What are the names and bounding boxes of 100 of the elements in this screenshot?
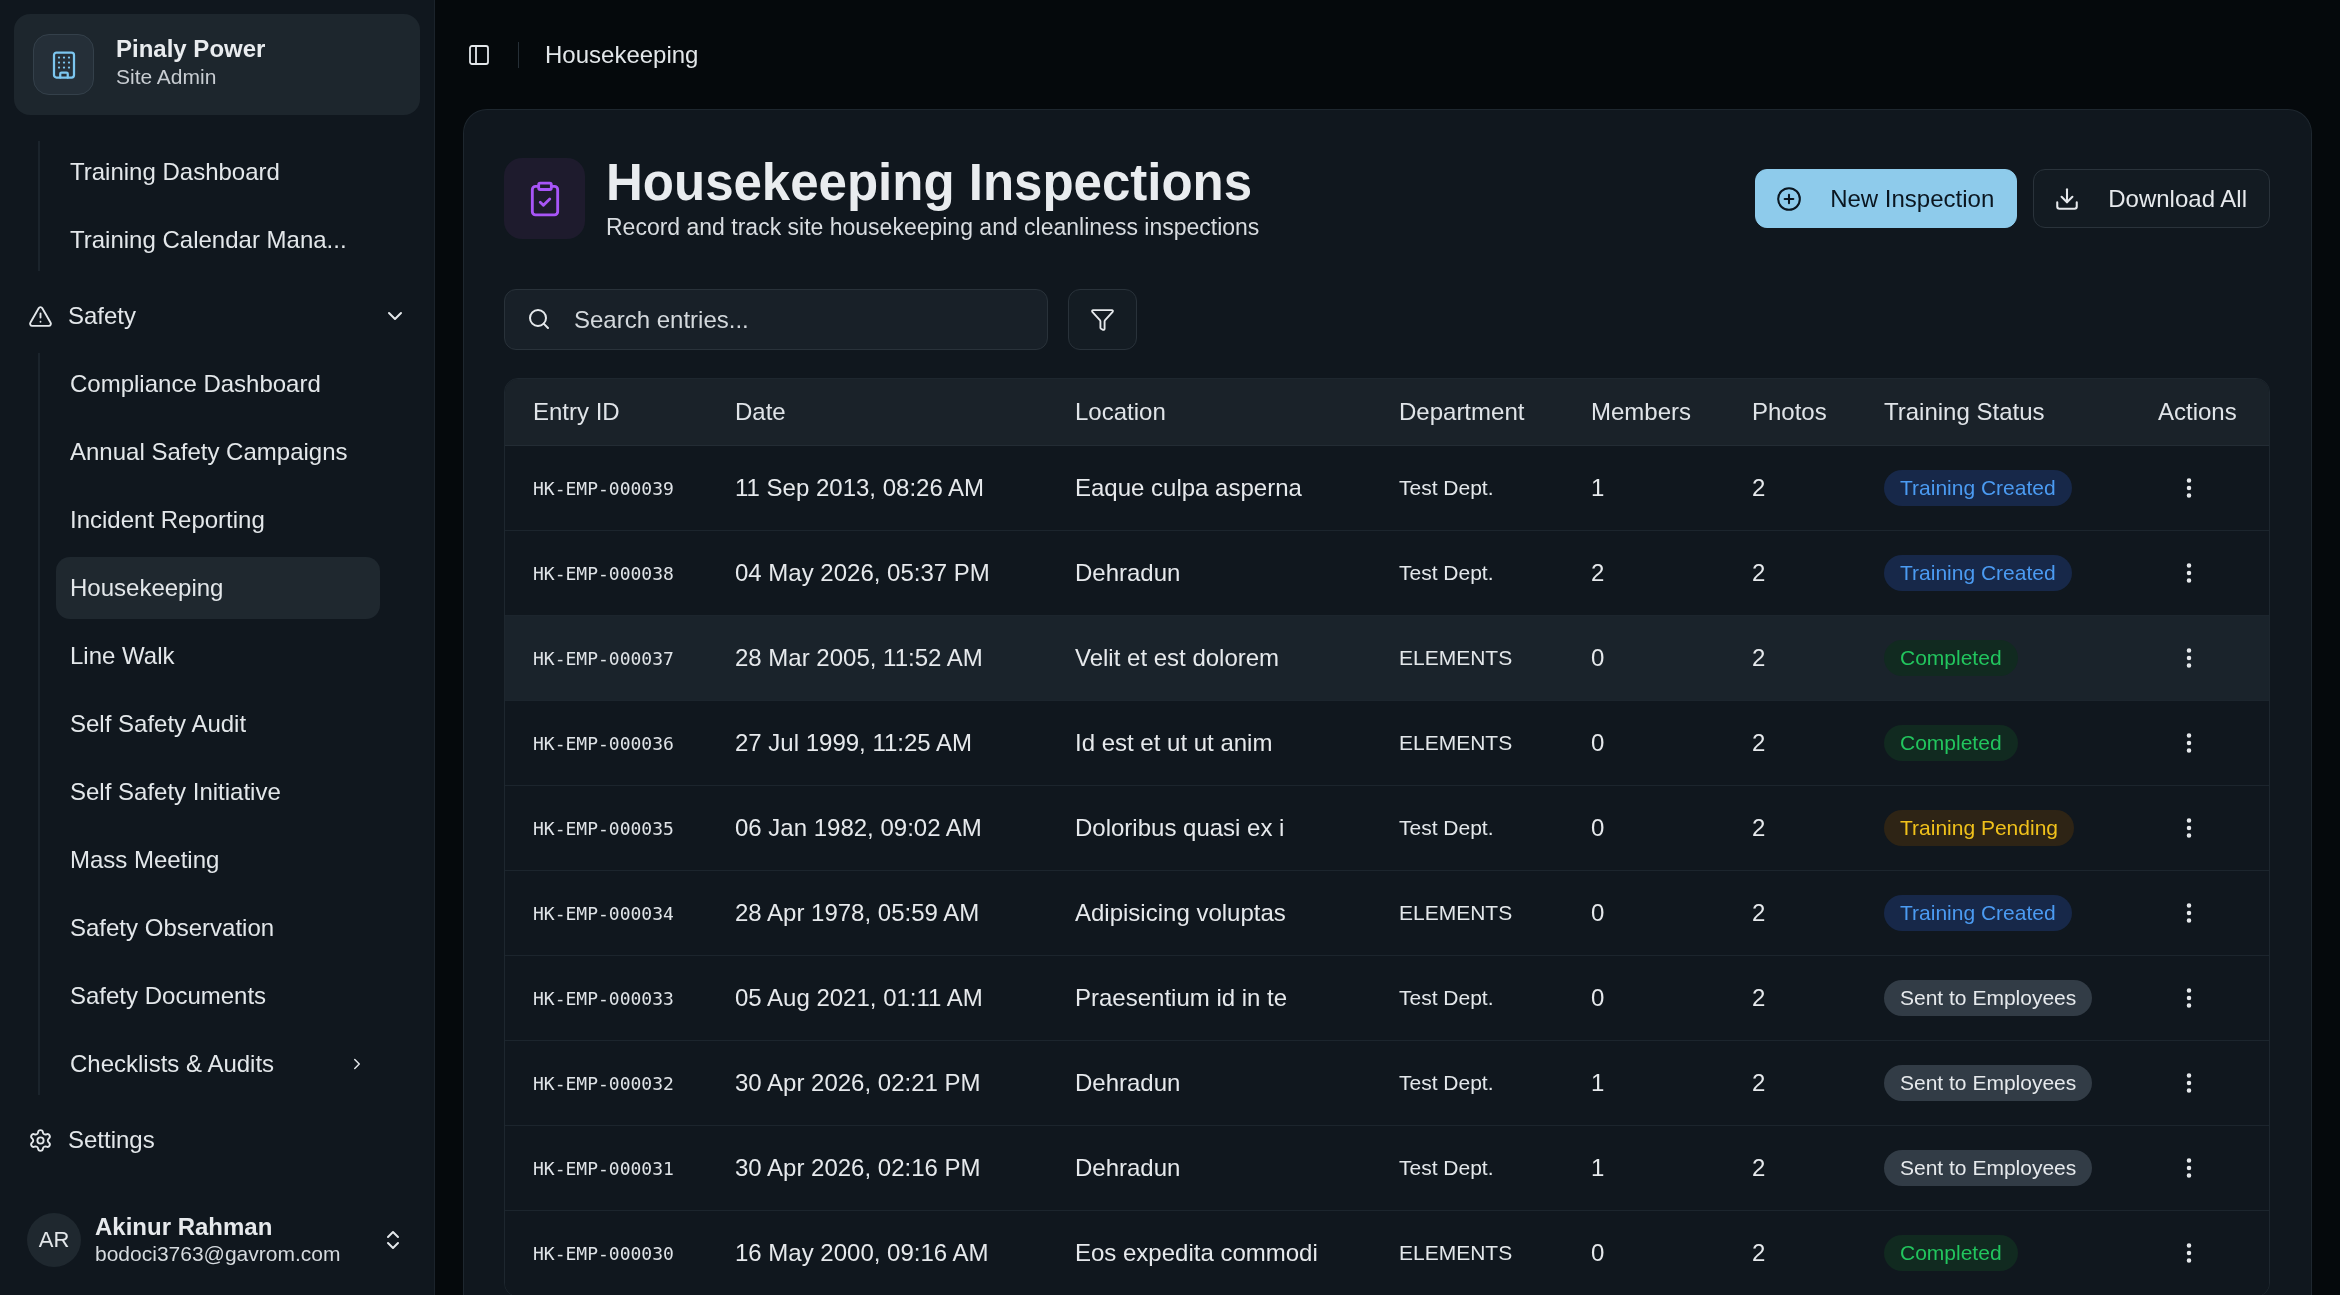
page-subtitle: Record and track site housekeeping and cleanliness inspections xyxy=(606,213,1260,241)
table-cell-text: ELEMENTS xyxy=(1398,1240,1514,1266)
nav-item[interactable]: Checklists & Audits xyxy=(56,1033,380,1095)
table-cell-text: Dehradun xyxy=(1074,558,1182,588)
table-cell-text: 0 xyxy=(1590,728,1606,758)
table-cell-text: 28 Mar 2005, 11:52 AM xyxy=(734,643,984,673)
table-cell-text: 11 Sep 2013, 08:26 AM xyxy=(734,473,986,503)
table-cell-text: HK-EMP-000033 xyxy=(532,986,675,1011)
nav-item[interactable]: Line Walk xyxy=(56,625,380,687)
table-cell-text: 28 Apr 1978, 05:59 AM xyxy=(734,898,981,928)
table-cell-text: Dehradun xyxy=(1074,1068,1182,1098)
table-cell-text: Test Dept. xyxy=(1398,985,1495,1011)
table-cell-text: 2 xyxy=(1751,643,1767,673)
org-switcher[interactable]: Pinaly Power Site Admin xyxy=(14,14,420,115)
sidebar-panel-icon[interactable] xyxy=(467,42,491,67)
table-cell-text: 0 xyxy=(1590,1238,1606,1268)
table-cell-text: Eos expedita commodi xyxy=(1074,1238,1319,1268)
table-cell-text: 30 Apr 2026, 02:16 PM xyxy=(734,1153,982,1183)
table-cell-text: 0 xyxy=(1590,983,1606,1013)
nav-item[interactable]: Training Dashboard xyxy=(56,141,380,203)
status-badge: Training Created xyxy=(1884,895,2072,931)
table-cell-text: Eaque culpa asperna xyxy=(1074,473,1303,503)
table-cell-text: HK-EMP-000039 xyxy=(532,476,675,501)
table-cell-text: 2 xyxy=(1751,898,1767,928)
clipboard-check-icon xyxy=(504,158,585,239)
user-email: bodoci3763@gavrom.com xyxy=(95,1241,342,1267)
column-header: Department xyxy=(1398,397,1526,427)
table-cell-text: 2 xyxy=(1751,983,1767,1013)
nav-item[interactable]: Safety Documents xyxy=(56,965,380,1027)
nav-item[interactable]: Annual Safety Campaigns xyxy=(56,421,380,483)
search-icon xyxy=(527,307,551,331)
breadcrumb-item: Housekeeping xyxy=(545,40,699,69)
column-header: Date xyxy=(734,397,787,427)
nav-item[interactable]: Housekeeping xyxy=(56,557,380,619)
org-name: Pinaly Power xyxy=(116,33,266,63)
column-header: Entry ID xyxy=(532,397,621,427)
table-cell-text: 1 xyxy=(1590,1068,1606,1098)
user-name: Akinur Rahman xyxy=(95,1213,274,1241)
column-header: Location xyxy=(1074,397,1167,427)
download-button[interactable]: Download All xyxy=(2033,169,2270,228)
table-cell-text: 1 xyxy=(1590,473,1606,503)
table-cell-text: ELEMENTS xyxy=(1398,900,1514,926)
nav-group-button[interactable]: Safety xyxy=(14,285,420,347)
new-item-button[interactable]: New Inspection xyxy=(1755,169,2018,228)
nav-item[interactable]: Self Safety Initiative xyxy=(56,761,380,823)
table-cell-text: 2 xyxy=(1751,1238,1767,1268)
status-badge: Sent to Employees xyxy=(1884,1150,2093,1186)
table-cell-text: 05 Aug 2021, 01:11 AM xyxy=(734,983,984,1013)
nav-item[interactable]: Training Calendar Mana... xyxy=(56,209,380,271)
nav-item[interactable]: Self Safety Audit xyxy=(56,693,380,755)
filter-button[interactable] xyxy=(1068,289,1137,350)
status-badge: Training Pending xyxy=(1884,810,2074,846)
user-avatar: AR xyxy=(27,1213,81,1267)
nav-item[interactable]: Settings xyxy=(14,1109,420,1171)
org-role: Site Admin xyxy=(116,63,218,90)
download-icon xyxy=(2054,185,2081,212)
nav-item[interactable]: Mass Meeting xyxy=(56,829,380,891)
table-cell-text: HK-EMP-000030 xyxy=(532,1241,675,1266)
nav-item[interactable]: Compliance Dashboard xyxy=(56,353,380,415)
table-cell-text: 2 xyxy=(1751,558,1767,588)
table-cell-text: Doloribus quasi ex i xyxy=(1074,813,1286,843)
status-badge: Training Created xyxy=(1884,470,2072,506)
column-header: Members xyxy=(1590,397,1693,427)
warning-triangle-icon xyxy=(28,303,53,329)
nav-item[interactable]: Safety Observation xyxy=(56,897,380,959)
page-title: Housekeeping Inspections xyxy=(606,157,1254,209)
table-cell-text: ELEMENTS xyxy=(1398,645,1514,671)
building-icon xyxy=(33,34,94,95)
table-cell-text: 2 xyxy=(1751,728,1767,758)
table-cell-text: Praesentium id in te xyxy=(1074,983,1289,1013)
table-cell-text: 2 xyxy=(1751,1153,1767,1183)
table-cell-text: Id est et ut ut anim xyxy=(1074,728,1274,758)
search-field[interactable]: Search entries... xyxy=(504,289,1048,350)
table-cell-text: HK-EMP-000034 xyxy=(532,901,675,926)
status-badge: Training Created xyxy=(1884,555,2072,591)
table-cell-text: Test Dept. xyxy=(1398,560,1495,586)
table-cell-text: HK-EMP-000031 xyxy=(532,1156,675,1181)
table-cell-text: Velit et est dolorem xyxy=(1074,643,1281,673)
table-cell-text: HK-EMP-000038 xyxy=(532,561,675,586)
table-cell-text: 1 xyxy=(1590,1153,1606,1183)
table-cell-text: 27 Jul 1999, 11:25 AM xyxy=(734,728,974,758)
table-cell-text: ELEMENTS xyxy=(1398,730,1514,756)
nav-item[interactable]: Incident Reporting xyxy=(56,489,380,551)
filter-icon xyxy=(1090,307,1115,332)
column-header: Training Status xyxy=(1883,397,2046,427)
table-cell-text: HK-EMP-000037 xyxy=(532,646,675,671)
table-cell-text: 04 May 2026, 05:37 PM xyxy=(734,558,991,588)
table-cell-text: Test Dept. xyxy=(1398,1070,1495,1096)
status-badge: Completed xyxy=(1884,1235,2018,1271)
table-row[interactable]: HK-EMP-000037 28 Mar 2005, 11:52 AM Velit et est dolorem ELEMENTS 0 2 Completed xyxy=(505,616,2269,701)
table-cell-text: 16 May 2000, 09:16 AM xyxy=(734,1238,990,1268)
table-cell-text: 0 xyxy=(1590,898,1606,928)
table-cell-text: 06 Jan 1982, 09:02 AM xyxy=(734,813,983,843)
table-cell-text: Test Dept. xyxy=(1398,1155,1495,1181)
table-cell-text: 2 xyxy=(1751,473,1767,503)
status-badge: Sent to Employees xyxy=(1884,1065,2093,1101)
table-cell-text: 0 xyxy=(1590,813,1606,843)
status-badge: Completed xyxy=(1884,640,2018,676)
table-cell-text: 2 xyxy=(1751,1068,1767,1098)
table-cell-text: 0 xyxy=(1590,643,1606,673)
